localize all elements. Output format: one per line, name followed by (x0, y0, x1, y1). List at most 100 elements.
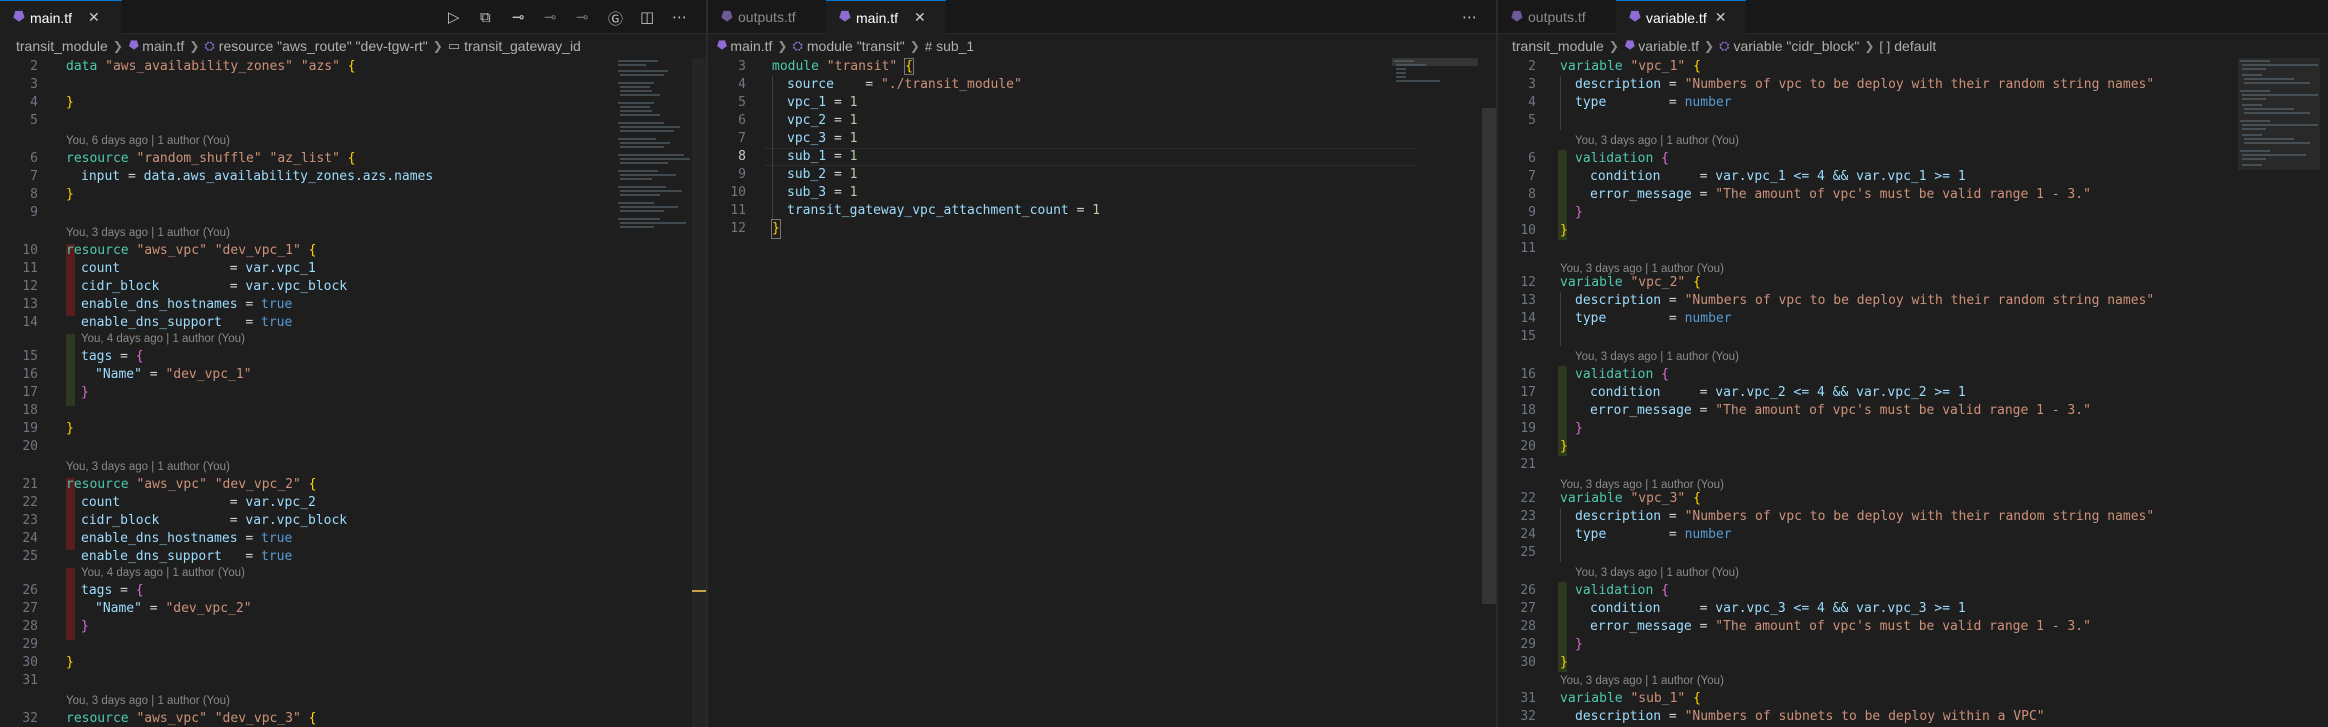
code-line: 5 (1528, 113, 1536, 128)
breadcrumb-item[interactable]: main.tf (142, 38, 184, 54)
tab-bar: ⯂ main.tf ✕ ▷ ⧉ ⊸ ⊸ ⊸ Ⓖ ◫ ⋯ (0, 0, 706, 34)
code-line: 5 (30, 113, 38, 128)
terraform-icon: ⯂ (12, 9, 25, 26)
code-line: 12} (730, 219, 781, 239)
breadcrumb-item[interactable]: transit_module (1512, 38, 1604, 54)
editor-pane-left: ⯂ main.tf ✕ ▷ ⧉ ⊸ ⊸ ⊸ Ⓖ ◫ ⋯ transit_modu… (0, 0, 706, 727)
vertical-scrollbar[interactable] (1482, 108, 1496, 604)
code-line: 3 module "transit" { (738, 58, 914, 75)
run-icon[interactable]: ▷ (448, 8, 460, 26)
breadcrumb-item[interactable]: transit_gateway_id (464, 38, 581, 54)
symbol-array-icon: [ ] (1879, 38, 1891, 54)
code-line: 22 count = var.vpc_2 (22, 495, 316, 510)
codelens-blame[interactable]: You, 3 days ago | 1 author (You) (1498, 132, 2328, 150)
minimap[interactable] (1392, 58, 1478, 727)
more-icon[interactable]: ⋯ (672, 8, 687, 26)
code-line: 7 condition = var.vpc_1 <= 4 && var.vpc_1… (1528, 169, 1966, 184)
vertical-scrollbar[interactable] (692, 58, 706, 727)
split-editor-icon[interactable]: ◫ (640, 8, 654, 26)
codelens-blame[interactable]: You, 3 days ago | 1 author (You) (0, 458, 706, 476)
codelens-blame[interactable]: You, 6 days ago | 1 author (You) (0, 132, 706, 150)
symbol-class-icon: ⛭ (1719, 38, 1730, 53)
breadcrumb: transit_module ❯ ⯂ main.tf ❯ ⛭ resource … (0, 34, 706, 58)
tab-outputs-tf[interactable]: ⯂ outputs.tf (708, 0, 826, 34)
close-icon[interactable]: ✕ (914, 9, 926, 26)
codelens-blame[interactable]: You, 3 days ago | 1 author (You) (1498, 672, 2328, 690)
code-line: 18 error_message = "The amount of vpc's m… (1520, 403, 2091, 418)
git-branch-icon[interactable]: Ⓖ (608, 8, 623, 29)
git-next-icon[interactable]: ⊸ (576, 8, 589, 26)
code-line: 15 (1520, 329, 1536, 344)
codelens-blame[interactable]: You, 3 days ago | 1 author (You) (0, 692, 706, 710)
codelens-blame[interactable]: You, 3 days ago | 1 author (You) (1498, 564, 2328, 582)
breadcrumb-item[interactable]: default (1894, 38, 1936, 54)
code-editor[interactable]: 2 data "aws_availability_zones" "azs" { 3… (0, 58, 706, 727)
breadcrumb-item[interactable]: variable "cidr_block" (1733, 38, 1859, 54)
code-line: 13 enable_dns_hostnames = true (22, 297, 293, 312)
close-icon[interactable]: ✕ (88, 9, 100, 26)
chevron-right-icon: ❯ (909, 39, 920, 53)
code-editor[interactable]: 2 variable "vpc_1" { 3 description = "Numb… (1498, 58, 2328, 727)
code-line: 2 variable "vpc_1" { (1528, 59, 1701, 74)
breadcrumb-item[interactable]: resource "aws_route" "dev-tgw-rt" (219, 38, 428, 54)
code-line: 5 vpc_1 = 1 (738, 95, 858, 110)
split-diff-icon[interactable]: ⧉ (480, 8, 491, 26)
code-editor[interactable]: 3 module "transit" { 4 source = "./transit… (708, 58, 1496, 727)
breadcrumb-item[interactable]: transit_module (16, 38, 108, 54)
code-line: 12 variable "vpc_2" { (1520, 275, 1701, 290)
codelens-blame[interactable]: You, 4 days ago | 1 author (You) (0, 564, 706, 582)
code-line: 30} (22, 655, 74, 670)
breadcrumb-item[interactable]: module "transit" (807, 38, 905, 54)
code-line: 23 description = "Numbers of vpc to be de… (1520, 509, 2155, 524)
git-commit-icon[interactable]: ⊸ (512, 8, 525, 26)
chevron-right-icon: ❯ (1704, 39, 1715, 53)
tab-variable-tf[interactable]: ⯂ variable.tf ✕ (1616, 0, 1746, 34)
breadcrumb-item[interactable]: main.tf (730, 38, 772, 54)
code-line: 21 resource "aws_vpc" "dev_vpc_2" { (22, 477, 317, 492)
code-line: 14 type = number (1520, 311, 1732, 326)
code-line: 8} (30, 187, 74, 202)
breadcrumb: transit_module ❯ ⯂ variable.tf ❯ ⛭ varia… (1498, 34, 2328, 58)
codelens-blame[interactable]: You, 4 days ago | 1 author (You) (0, 330, 706, 348)
chevron-right-icon: ❯ (1608, 39, 1619, 53)
code-line: 9 sub_2 = 1 (738, 167, 858, 182)
code-line: 28} (22, 619, 89, 634)
code-line: 4 source = "./transit_module" (738, 77, 1022, 92)
git-prev-icon[interactable]: ⊸ (544, 8, 557, 26)
close-icon[interactable]: ✕ (1715, 9, 1727, 26)
tab-bar: ⯂ outputs.tf ⯂ main.tf ✕ ⋯ (708, 0, 1496, 34)
code-line: 11 (1520, 241, 1536, 256)
code-line: 18 (22, 403, 38, 418)
terraform-icon: ⯂ (716, 38, 727, 53)
code-line: 10 resource "aws_vpc" "dev_vpc_1" { (22, 243, 317, 258)
codelens-blame[interactable]: You, 3 days ago | 1 author (You) (1498, 348, 2328, 366)
breadcrumb-item[interactable]: sub_1 (936, 38, 974, 54)
symbol-class-icon: ⛭ (204, 38, 215, 53)
code-line: 7 input = data.aws_availability_zones.azs… (30, 169, 434, 184)
code-line: 31 (22, 673, 38, 688)
code-line: 6 vpc_2 = 1 (738, 113, 858, 128)
tab-bar: ⯂ outputs.tf ⯂ variable.tf ✕ (1498, 0, 2328, 34)
editor-pane-right: ⯂ outputs.tf ⯂ variable.tf ✕ transit_mod… (1498, 0, 2328, 727)
code-line: 26 validation { (1520, 583, 1669, 598)
code-line: 26 tags = { (22, 583, 144, 598)
breadcrumb-item[interactable]: variable.tf (1638, 38, 1699, 54)
more-icon[interactable]: ⋯ (1462, 8, 1477, 26)
tab-main-tf[interactable]: ⯂ main.tf ✕ (0, 0, 122, 34)
tab-outputs-tf[interactable]: ⯂ outputs.tf (1498, 0, 1616, 34)
tab-main-tf[interactable]: ⯂ main.tf ✕ (826, 0, 946, 34)
code-line: 8 error_message = "The amount of vpc's mu… (1528, 187, 2091, 202)
codelens-blame[interactable]: You, 3 days ago | 1 author (You) (0, 224, 706, 242)
code-line: 2 data "aws_availability_zones" "azs" { (30, 59, 356, 74)
terraform-icon: ⯂ (720, 8, 733, 26)
code-line: 21 (1520, 457, 1536, 472)
code-line: 19} (22, 421, 74, 436)
code-line: 27 "Name" = "dev_vpc_2" (22, 601, 252, 616)
code-line: 6 resource "random_shuffle" "az_list" { (30, 151, 356, 166)
code-line: 17 condition = var.vpc_2 <= 4 && var.vpc_… (1520, 385, 1966, 400)
minimap[interactable] (616, 58, 696, 727)
code-line: 10} (1520, 223, 1568, 238)
code-line: 20} (1520, 439, 1568, 454)
code-line: 16 validation { (1520, 367, 1669, 382)
minimap[interactable] (2238, 58, 2320, 727)
